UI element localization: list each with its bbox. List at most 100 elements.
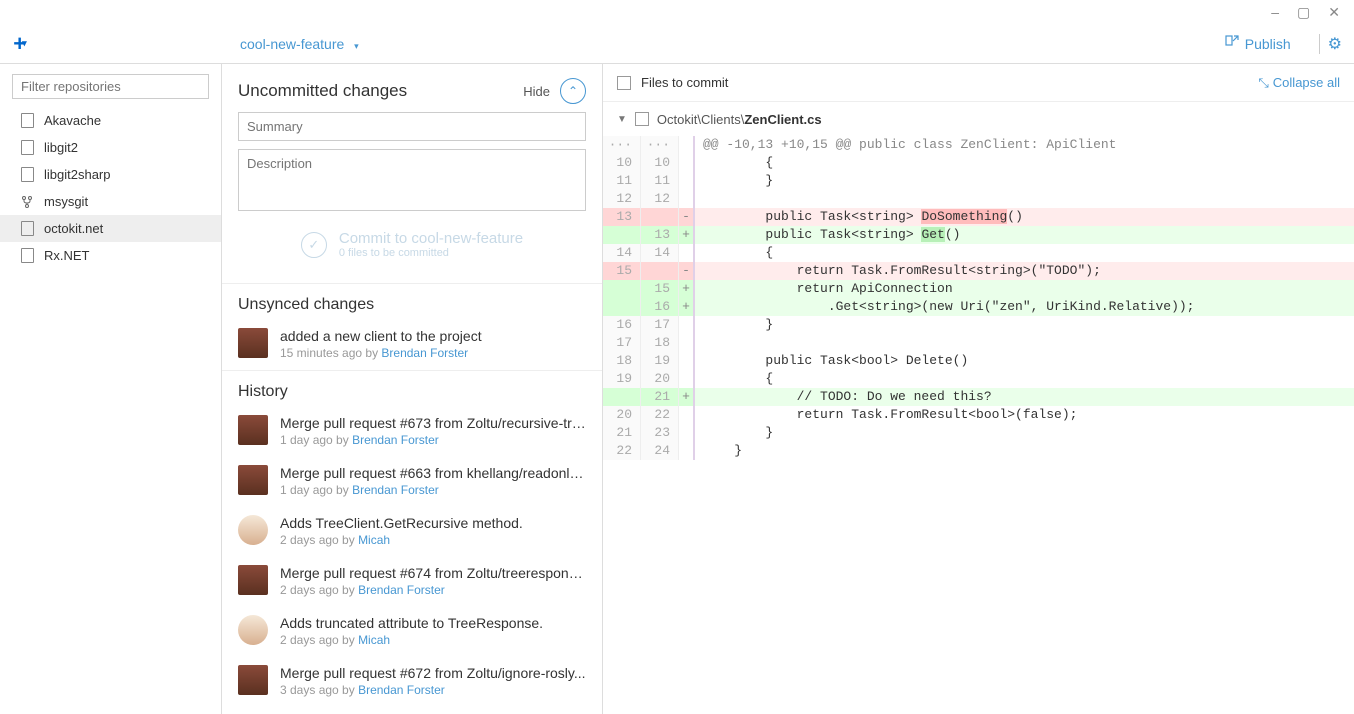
avatar bbox=[238, 615, 268, 645]
unsynced-heading: Unsynced changes bbox=[222, 283, 602, 320]
commit-title: added a new client to the project bbox=[280, 328, 482, 344]
chevron-up-icon: ⌃ bbox=[568, 84, 578, 98]
collapse-all-label: Collapse all bbox=[1273, 75, 1340, 90]
publish-label: Publish bbox=[1245, 36, 1291, 52]
commit-title: Merge pull request #673 from Zoltu/recur… bbox=[280, 415, 586, 431]
diff-line: 16+ .Get<string>(new Uri("zen", UriKind.… bbox=[603, 298, 1354, 316]
history-heading: History bbox=[222, 370, 602, 407]
publish-icon bbox=[1225, 35, 1239, 52]
commit-row[interactable]: Merge pull request #672 from Zoltu/ignor… bbox=[222, 657, 602, 707]
diff-line: 13+ public Task<string> Get() bbox=[603, 226, 1354, 244]
commit-row[interactable]: Merge pull request #663 from khellang/re… bbox=[222, 457, 602, 507]
minimize-button[interactable]: – bbox=[1271, 4, 1279, 20]
diff-line: 21+ // TODO: Do we need this? bbox=[603, 388, 1354, 406]
publish-button[interactable]: Publish bbox=[1225, 35, 1291, 52]
commit-title: Merge pull request #663 from khellang/re… bbox=[280, 465, 586, 481]
diff-line: 2123 } bbox=[603, 424, 1354, 442]
repo-item-libgit2sharp[interactable]: libgit2sharp bbox=[0, 161, 221, 188]
commit-meta: 1 day ago by Brendan Forster bbox=[280, 483, 586, 497]
dropdown-caret-icon: ▾ bbox=[22, 38, 27, 49]
repo-item-libgit2[interactable]: libgit2 bbox=[0, 134, 221, 161]
commit-meta: 15 minutes ago by Brendan Forster bbox=[280, 346, 482, 360]
diff-line: 1414 { bbox=[603, 244, 1354, 262]
diff-line: 2224 } bbox=[603, 442, 1354, 460]
commit-row[interactable]: Adds truncated attribute to TreeResponse… bbox=[222, 607, 602, 657]
commit-title: Adds truncated attribute to TreeResponse… bbox=[280, 615, 543, 631]
changes-panel: Uncommitted changes Hide ⌃ ✓ Commit to c… bbox=[222, 64, 602, 714]
diff-line: 1617 } bbox=[603, 316, 1354, 334]
commit-meta: 3 days ago by Brendan Forster bbox=[280, 683, 586, 697]
repo-name: Rx.NET bbox=[44, 248, 90, 263]
repo-icon bbox=[20, 114, 34, 128]
diff-line: 1819 public Task<bool> Delete() bbox=[603, 352, 1354, 370]
fork-icon bbox=[20, 195, 34, 209]
collapse-icon: ⤡ bbox=[1258, 75, 1268, 91]
diff-line: 1212 bbox=[603, 190, 1354, 208]
diff-line: 2022 return Task.FromResult<bool>(false)… bbox=[603, 406, 1354, 424]
repo-item-akavache[interactable]: Akavache bbox=[0, 107, 221, 134]
file-path: Octokit\Clients\ZenClient.cs bbox=[657, 112, 822, 127]
diff-panel: Files to commit ⤡ Collapse all ▼ Octokit… bbox=[602, 64, 1354, 714]
toolbar: + ▾ cool-new-feature ▾ Publish ⚙ bbox=[0, 24, 1354, 64]
diff-line: 1010 { bbox=[603, 154, 1354, 172]
file-header[interactable]: ▼ Octokit\Clients\ZenClient.cs bbox=[603, 102, 1354, 136]
commit-button-sublabel: 0 files to be committed bbox=[339, 247, 523, 259]
commit-meta: 2 days ago by Brendan Forster bbox=[280, 583, 586, 597]
repo-icon bbox=[20, 141, 34, 155]
commit-row[interactable]: Adds TreeClient.GetRecursive method. 2 da… bbox=[222, 507, 602, 557]
caret-down-icon: ▾ bbox=[354, 41, 359, 51]
files-select-all-checkbox[interactable] bbox=[617, 76, 631, 90]
commit-description-input[interactable] bbox=[238, 149, 586, 211]
avatar bbox=[238, 565, 268, 595]
commit-row[interactable]: Merge pull request #674 from Zoltu/treer… bbox=[222, 557, 602, 607]
commit-title: Merge pull request #672 from Zoltu/ignor… bbox=[280, 665, 586, 681]
diff-code[interactable]: ······ @@ -10,13 +10,15 @@ public class … bbox=[603, 136, 1354, 460]
avatar bbox=[238, 465, 268, 495]
avatar bbox=[238, 665, 268, 695]
commit-title: Merge pull request #674 from Zoltu/treer… bbox=[280, 565, 586, 581]
commit-row[interactable]: Merge pull request #673 from Zoltu/recur… bbox=[222, 407, 602, 457]
branch-name: cool-new-feature bbox=[240, 36, 344, 52]
diff-line: 1920 { bbox=[603, 370, 1354, 388]
diff-line: 15+ return ApiConnection bbox=[603, 280, 1354, 298]
file-checkbox[interactable] bbox=[635, 112, 649, 126]
repo-icon bbox=[20, 168, 34, 182]
repo-item-octokit-net[interactable]: octokit.net bbox=[0, 215, 221, 242]
files-to-commit-label: Files to commit bbox=[641, 75, 728, 90]
repo-name: Akavache bbox=[44, 113, 101, 128]
add-button[interactable]: + ▾ bbox=[0, 31, 40, 57]
commit-meta: 2 days ago by Micah bbox=[280, 533, 523, 547]
branch-selector[interactable]: cool-new-feature ▾ bbox=[240, 36, 359, 52]
repo-name: msysgit bbox=[44, 194, 88, 209]
repo-item-rx-net[interactable]: Rx.NET bbox=[0, 242, 221, 269]
filter-repos-input[interactable] bbox=[12, 74, 209, 99]
commit-meta: 1 day ago by Brendan Forster bbox=[280, 433, 586, 447]
commit-summary-input[interactable] bbox=[238, 112, 586, 141]
collapse-toggle[interactable]: ⌃ bbox=[560, 78, 586, 104]
diff-line: 1111 } bbox=[603, 172, 1354, 190]
repo-icon bbox=[20, 249, 34, 263]
avatar bbox=[238, 328, 268, 358]
commit-title: Adds TreeClient.GetRecursive method. bbox=[280, 515, 523, 531]
divider bbox=[1319, 34, 1320, 54]
commit-button-label: Commit to cool-new-feature bbox=[339, 230, 523, 247]
check-icon: ✓ bbox=[301, 232, 327, 258]
diff-line: 1718 bbox=[603, 334, 1354, 352]
diff-line: 13- public Task<string> DoSomething() bbox=[603, 208, 1354, 226]
hide-link[interactable]: Hide bbox=[523, 84, 550, 99]
commit-button[interactable]: ✓ Commit to cool-new-feature 0 files to … bbox=[238, 222, 586, 273]
collapse-all-link[interactable]: ⤡ Collapse all bbox=[1258, 75, 1340, 91]
maximize-button[interactable]: ▢ bbox=[1297, 4, 1310, 21]
commit-row[interactable]: added a new client to the project 15 minu… bbox=[222, 320, 602, 370]
settings-button[interactable]: ⚙ bbox=[1328, 34, 1342, 54]
caret-down-icon: ▼ bbox=[617, 114, 627, 125]
repo-sidebar: Akavache libgit2 libgit2sharp msysgit octoki… bbox=[0, 64, 222, 714]
avatar bbox=[238, 515, 268, 545]
repo-name: libgit2 bbox=[44, 140, 78, 155]
avatar bbox=[238, 415, 268, 445]
diff-line: 15- return Task.FromResult<string>("TODO… bbox=[603, 262, 1354, 280]
repo-item-msysgit[interactable]: msysgit bbox=[0, 188, 221, 215]
uncommitted-heading: Uncommitted changes bbox=[238, 81, 407, 101]
close-button[interactable]: ✕ bbox=[1328, 4, 1340, 21]
commit-meta: 2 days ago by Micah bbox=[280, 633, 543, 647]
